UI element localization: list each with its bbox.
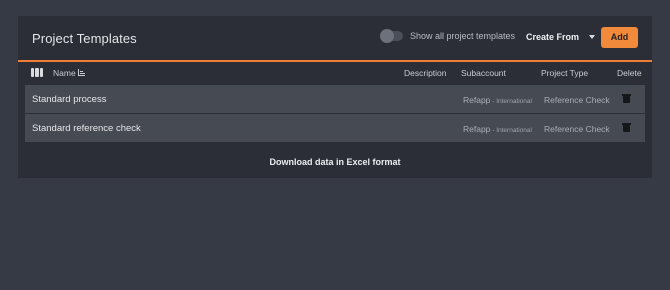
add-button[interactable]: Add [601,27,638,48]
subaccount-cell: Refapp - International [463,95,532,105]
subaccount-name: Refapp [463,124,491,134]
column-header-subaccount[interactable]: Subaccount [461,68,506,78]
project-type-cell: Reference Check [544,124,610,134]
chevron-down-icon [589,35,596,39]
subaccount-detail: - International [490,127,532,134]
column-header-project-type[interactable]: Project Type [541,68,588,78]
project-type-cell: Reference Check [544,95,610,105]
show-all-toggle[interactable] [380,29,403,43]
trash-icon[interactable] [622,123,631,132]
column-header-delete: Delete [617,68,642,78]
subaccount-name: Refapp [463,95,491,105]
column-header-name[interactable]: Name [53,68,76,78]
panel-header: Project Templates Show all project templ… [18,16,652,60]
toggle-knob [380,29,394,43]
subaccount-cell: Refapp - International [463,124,532,134]
trash-icon[interactable] [622,94,631,103]
create-from-label: Create From [526,32,580,42]
subaccount-detail: - International [490,98,532,105]
create-from-dropdown[interactable]: Create From [526,32,596,42]
sort-icon[interactable] [78,69,85,76]
header-accent-line [18,60,652,62]
page-title: Project Templates [32,31,137,46]
column-header-description[interactable]: Description [404,68,447,78]
download-excel-link[interactable]: Download data in Excel format [18,157,652,167]
columns-icon[interactable] [31,68,43,77]
table-row[interactable]: Standard process Refapp - International … [25,85,645,113]
project-templates-panel: Project Templates Show all project templ… [18,16,652,178]
template-name[interactable]: Standard reference check [32,123,141,134]
table-row[interactable]: Standard reference check Refapp - Intern… [25,114,645,142]
show-all-toggle-label[interactable]: Show all project templates [410,31,515,41]
template-name[interactable]: Standard process [32,94,106,105]
